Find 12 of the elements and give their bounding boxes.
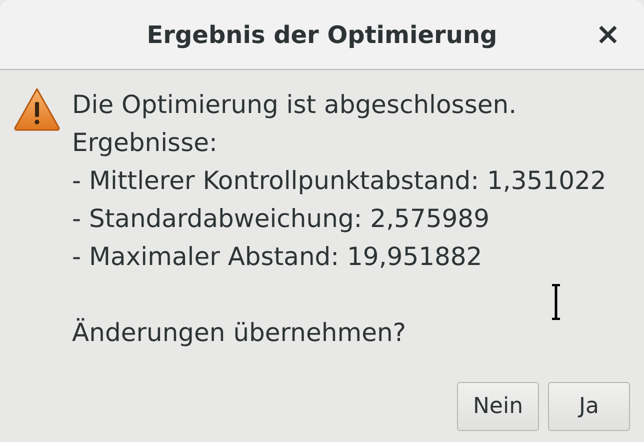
message-line: Die Optimierung ist abgeschlossen. [72, 89, 518, 121]
close-button[interactable]: × [594, 19, 622, 51]
message-line: - Standardabweichung: 2,575989 [72, 203, 490, 235]
message-line: - Maximaler Abstand: 19,951882 [72, 241, 484, 273]
warning-icon [13, 87, 61, 131]
message-line: Ergebnisse: [72, 127, 218, 159]
message-line: - Mittlerer Kontrollpunktabstand: 1,351022 [72, 165, 606, 197]
question-text: Änderungen übernehmen? [72, 317, 408, 349]
text-cursor-icon [551, 284, 561, 320]
window-title: Ergebnis der Optimierung [146, 20, 498, 50]
dialog-button[interactable]: Nein [457, 382, 539, 431]
dialog-button[interactable]: Ja [548, 382, 630, 431]
